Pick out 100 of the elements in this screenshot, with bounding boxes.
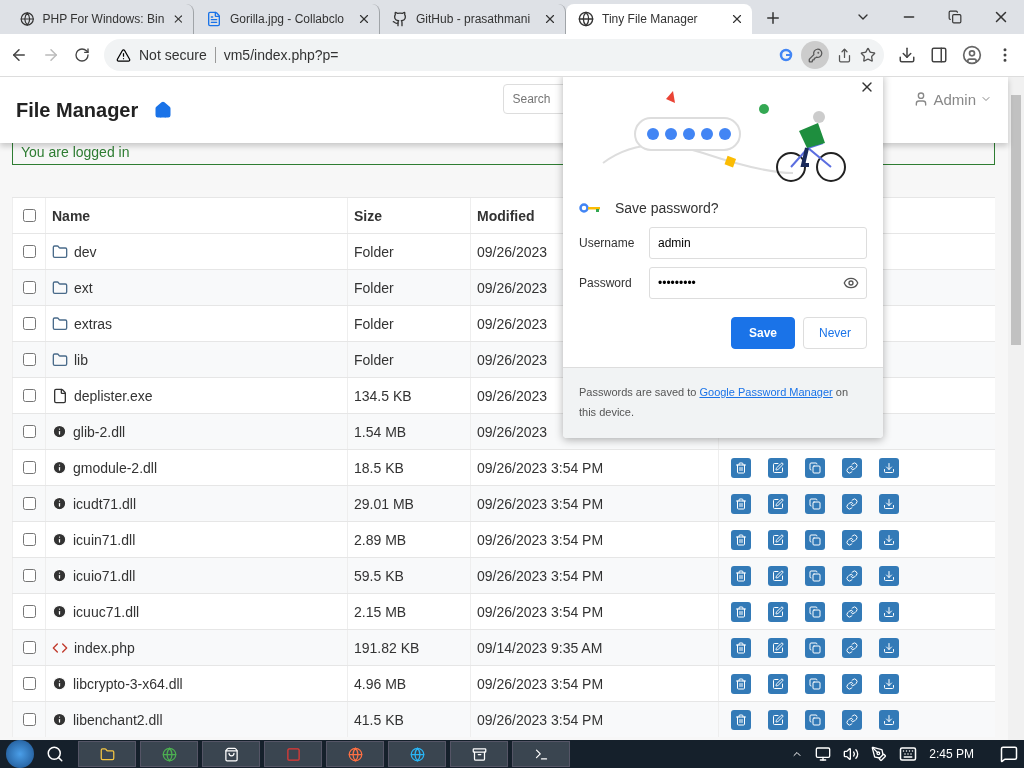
edit-button[interactable] — [768, 709, 788, 730]
close-icon[interactable] — [730, 12, 744, 26]
edit-button[interactable] — [768, 457, 788, 478]
profile-icon[interactable] — [962, 45, 982, 65]
copy-button[interactable] — [805, 493, 825, 514]
copy-button[interactable] — [805, 637, 825, 658]
row-checkbox[interactable] — [22, 389, 36, 402]
taskbar-app[interactable] — [78, 741, 136, 767]
row-checkbox[interactable] — [22, 353, 36, 366]
delete-button[interactable] — [731, 565, 751, 586]
copy-button[interactable] — [805, 529, 825, 550]
save-button[interactable]: Save — [731, 317, 795, 349]
edit-button[interactable] — [768, 529, 788, 550]
download-button[interactable] — [879, 565, 899, 586]
scrollbar[interactable] — [1008, 77, 1024, 740]
download-button[interactable] — [879, 709, 899, 730]
taskbar-app[interactable] — [202, 741, 260, 767]
link-button[interactable] — [842, 565, 862, 586]
eye-icon[interactable] — [843, 275, 859, 291]
edit-button[interactable] — [768, 565, 788, 586]
taskbar-app[interactable] — [450, 741, 508, 767]
restore-icon[interactable] — [948, 10, 962, 24]
row-checkbox[interactable] — [22, 317, 36, 330]
row-checkbox[interactable] — [22, 245, 36, 258]
file-name[interactable]: index.php — [74, 639, 135, 656]
file-name[interactable]: libenchant2.dll — [73, 711, 163, 728]
clock-time[interactable]: 2:45 PM — [929, 747, 974, 761]
file-name[interactable]: icuin71.dll — [73, 531, 136, 548]
file-name[interactable]: extras — [74, 315, 113, 332]
column-header[interactable]: Name — [52, 207, 341, 224]
link-button[interactable] — [842, 529, 862, 550]
home-icon[interactable] — [154, 101, 173, 119]
new-tab-icon[interactable] — [764, 9, 782, 27]
link-button[interactable] — [842, 601, 862, 622]
delete-button[interactable] — [731, 637, 751, 658]
file-name[interactable]: icuuc71.dll — [73, 603, 140, 620]
edit-button[interactable] — [768, 601, 788, 622]
user-menu[interactable]: Admin — [913, 90, 992, 108]
delete-button[interactable] — [731, 457, 751, 478]
download-button[interactable] — [879, 637, 899, 658]
password-field[interactable]: ••••••••• — [649, 267, 867, 299]
delete-button[interactable] — [731, 529, 751, 550]
close-icon[interactable] — [543, 12, 557, 26]
pen-icon[interactable] — [871, 746, 888, 762]
download-button[interactable] — [879, 493, 899, 514]
link-button[interactable] — [842, 709, 862, 730]
taskbar-app[interactable] — [140, 741, 198, 767]
taskbar-app[interactable] — [388, 741, 446, 767]
copy-button[interactable] — [805, 601, 825, 622]
delete-button[interactable] — [731, 673, 751, 694]
row-checkbox[interactable] — [22, 461, 36, 474]
row-checkbox[interactable] — [22, 605, 36, 618]
side-panel-icon[interactable] — [930, 46, 948, 64]
copy-button[interactable] — [805, 457, 825, 478]
column-header[interactable]: Size — [354, 207, 464, 224]
row-checkbox[interactable] — [22, 677, 36, 690]
volume-icon[interactable] — [843, 746, 860, 762]
row-checkbox[interactable] — [22, 497, 36, 510]
row-checkbox[interactable] — [22, 533, 36, 546]
network-icon[interactable] — [815, 746, 832, 762]
row-checkbox[interactable] — [22, 425, 36, 438]
delete-button[interactable] — [731, 709, 751, 730]
row-checkbox[interactable] — [22, 713, 36, 726]
share-icon[interactable] — [837, 47, 852, 63]
edit-button[interactable] — [768, 637, 788, 658]
link-button[interactable] — [842, 457, 862, 478]
row-checkbox[interactable] — [22, 641, 36, 654]
row-checkbox[interactable] — [22, 569, 36, 582]
copy-button[interactable] — [805, 565, 825, 586]
download-icon[interactable] — [898, 46, 916, 64]
select-all-checkbox[interactable] — [22, 209, 36, 222]
row-checkbox[interactable] — [22, 281, 36, 294]
link-button[interactable] — [842, 637, 862, 658]
link-button[interactable] — [842, 493, 862, 514]
browser-tab[interactable]: Tiny File Manager — [566, 4, 752, 34]
keyboard-icon[interactable] — [899, 745, 918, 763]
file-name[interactable]: deplister.exe — [74, 387, 153, 404]
username-field[interactable]: admin — [649, 227, 867, 259]
search-icon[interactable] — [46, 745, 64, 763]
file-name[interactable]: icudt71.dll — [73, 495, 137, 512]
download-button[interactable] — [879, 457, 899, 478]
notification-icon[interactable] — [1000, 745, 1018, 763]
file-name[interactable]: ext — [74, 279, 93, 296]
file-name[interactable]: libcrypto-3-x64.dll — [73, 675, 183, 692]
download-button[interactable] — [879, 673, 899, 694]
bookmark-icon[interactable] — [860, 47, 876, 63]
download-button[interactable] — [879, 601, 899, 622]
key-button[interactable] — [801, 41, 829, 69]
close-icon[interactable] — [357, 12, 371, 26]
copy-button[interactable] — [805, 673, 825, 694]
file-name[interactable]: icuio71.dll — [73, 567, 136, 584]
edit-button[interactable] — [768, 673, 788, 694]
file-name[interactable]: glib-2.dll — [73, 423, 126, 440]
edit-button[interactable] — [768, 493, 788, 514]
close-icon[interactable] — [172, 12, 185, 26]
delete-button[interactable] — [731, 601, 751, 622]
file-name[interactable]: lib — [74, 351, 88, 368]
address-bar[interactable]: Not secure vm5/index.php?p= — [104, 39, 884, 71]
file-name[interactable]: dev — [74, 243, 97, 260]
never-button[interactable]: Never — [803, 317, 867, 349]
